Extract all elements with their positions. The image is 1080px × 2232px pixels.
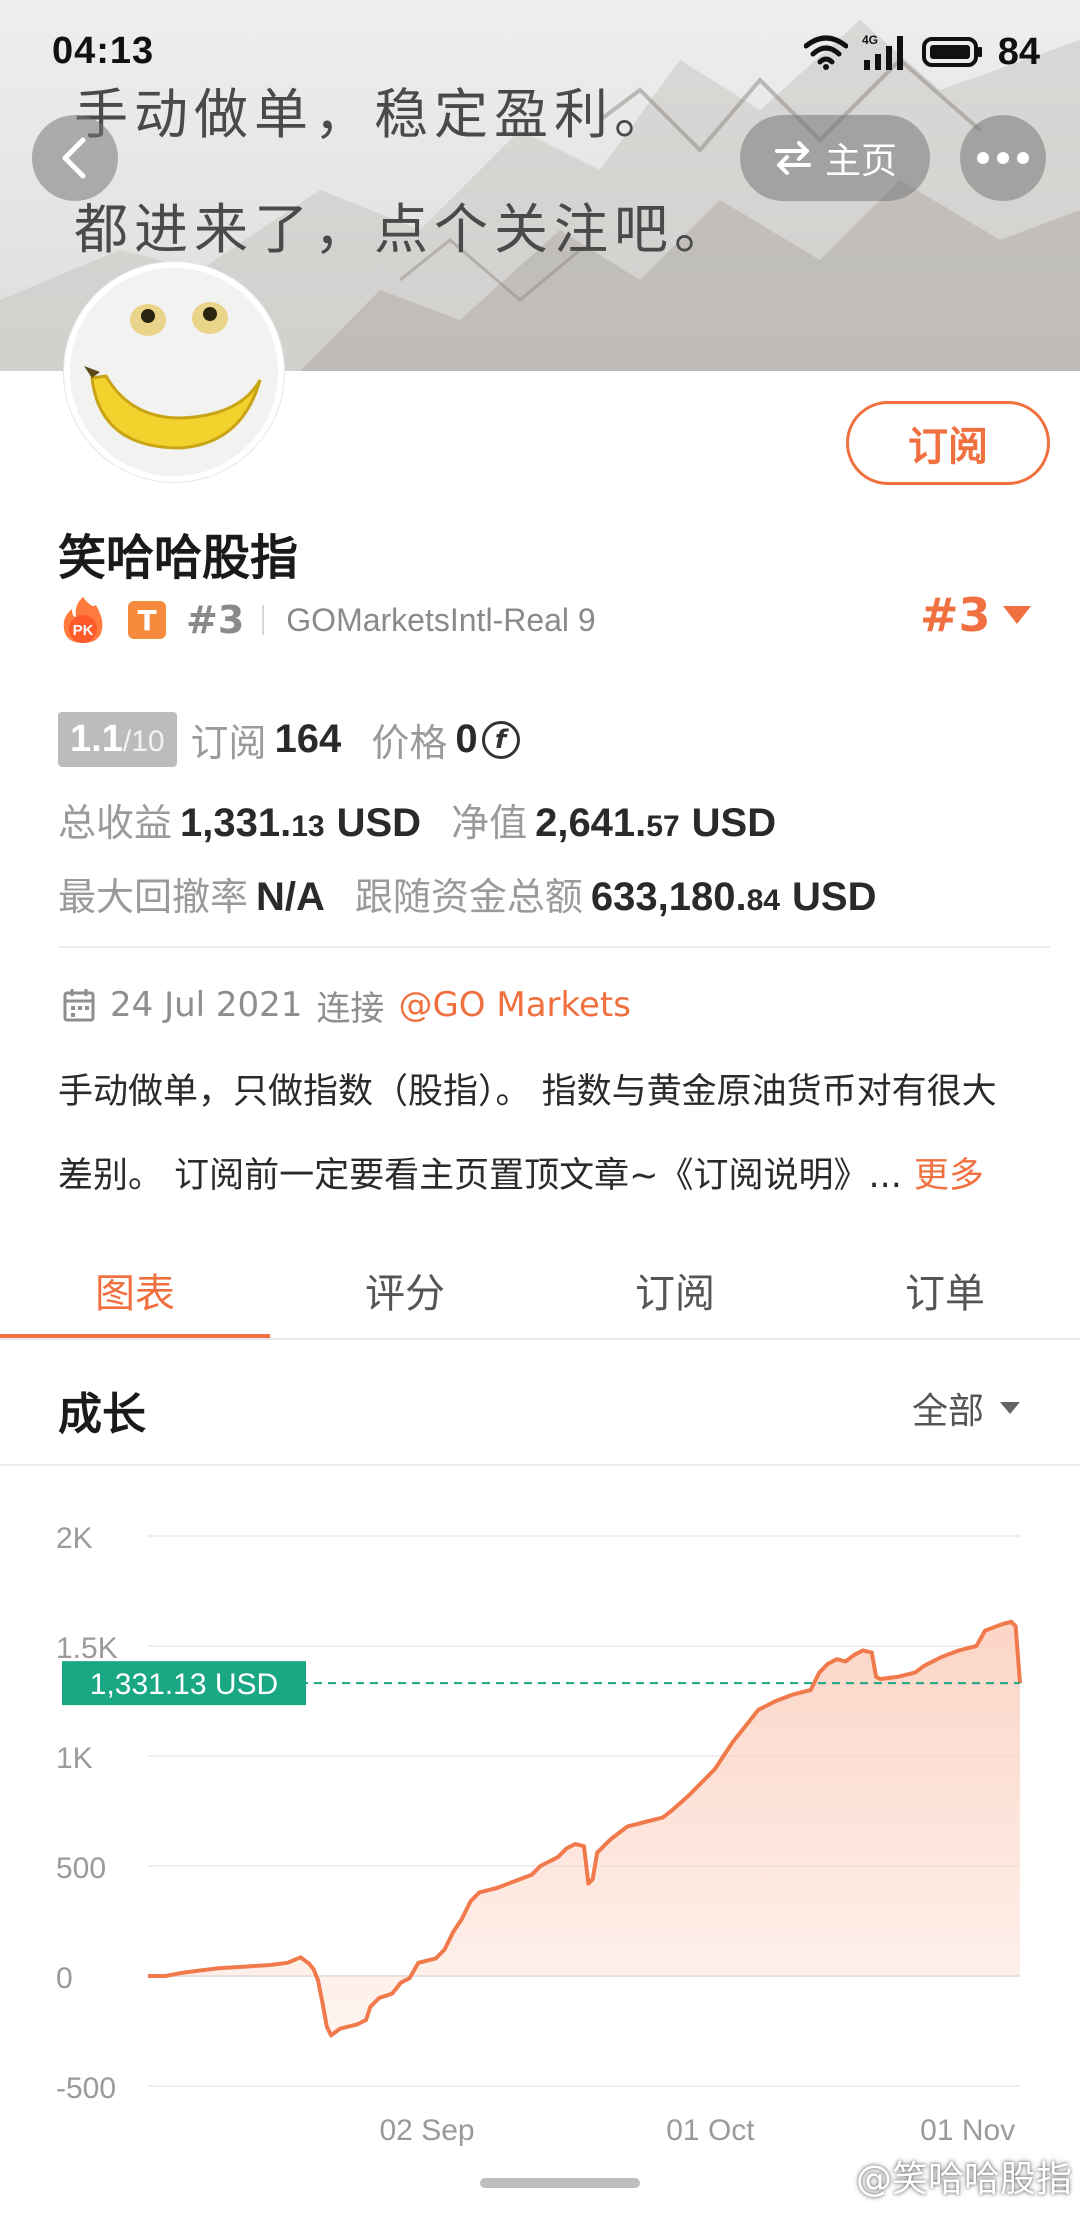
pk-flame-icon: PK xyxy=(63,597,103,643)
banana-smiley-image xyxy=(70,268,278,476)
watermark: @笑哈哈股指 xyxy=(812,2150,1072,2202)
caret-down-icon xyxy=(1000,1402,1020,1414)
total-profit-dec: 13 xyxy=(291,810,325,843)
network-type-label: 4G xyxy=(862,33,878,47)
section-title: 成长 xyxy=(58,1389,146,1440)
home-button[interactable]: 主页 xyxy=(740,115,930,201)
weibo-logo-icon xyxy=(814,2164,846,2191)
subscribe-button[interactable]: 订阅 xyxy=(846,401,1050,485)
score-badge: 1.1 /10 xyxy=(58,712,177,767)
y-tick-label: 2K xyxy=(56,1522,93,1555)
total-profit-label: 总收益 xyxy=(58,801,173,845)
status-icons: 4G 84 xyxy=(803,30,1040,74)
y-tick-label: 1K xyxy=(56,1742,93,1775)
stats-row-score: 1.1 /10 订阅 164 价格 0 f xyxy=(58,712,520,767)
y-tick-label: 500 xyxy=(56,1852,106,1885)
score-total: /10 xyxy=(122,725,165,758)
home-button-label: 主页 xyxy=(824,141,897,182)
avatar[interactable] xyxy=(64,262,284,482)
cellular-signal-icon: 4G xyxy=(862,33,903,70)
total-profit-int: 1,331. xyxy=(180,801,292,845)
more-options-button[interactable] xyxy=(960,115,1046,201)
follow-funds-int: 633,180. xyxy=(590,875,747,919)
net-value-label: 净值 xyxy=(451,801,528,845)
stats-row-profit: 总收益 1,331. 13 USD 净值 2,641. 57 USD xyxy=(58,792,776,847)
net-value-unit: USD xyxy=(691,801,777,845)
more-link[interactable]: 更多 xyxy=(914,1156,984,1196)
battery-icon xyxy=(921,37,982,67)
y-tick-label: -500 xyxy=(56,2072,116,2105)
battery-level: 84 xyxy=(997,30,1040,73)
current-value-label: 1,331.13 USD xyxy=(90,1668,278,1701)
follow-funds-unit: USD xyxy=(792,875,877,919)
status-bar: 04:13 4G 84 xyxy=(0,0,1080,100)
description-line2: 差别。 订阅前一定要看主页置顶文章~《订阅说明》... xyxy=(58,1156,902,1196)
rank-small: #3 xyxy=(186,598,245,642)
price-value: 0 xyxy=(455,717,478,761)
range-filter-dropdown[interactable]: 全部 xyxy=(912,1382,1022,1434)
status-time: 04:13 xyxy=(52,30,155,72)
rank-big-label: #3 xyxy=(920,588,991,642)
description: 手动做单，只做指数（股指）。 指数与黄金原油货币对有很大 差别。 订阅前一定要看… xyxy=(58,1050,1048,1218)
tab-bar: 图表 评分 订阅 订单 xyxy=(0,1240,1080,1340)
badges-row: PK T #3 GOMarketsIntl-Real 9 xyxy=(60,592,596,648)
max-drawdown-value: N/A xyxy=(256,875,325,919)
divider xyxy=(58,946,1050,948)
banner-slogan-line2: 都进来了，点个关注吧。 xyxy=(74,198,734,261)
range-filter-label: 全部 xyxy=(911,1391,984,1432)
pk-label: PK xyxy=(73,622,94,639)
growth-chart[interactable]: 2K 1.5K 1K 500 0 -500 1,331.13 USD 02 Sep 01 Oct… xyxy=(0,1468,1080,2158)
tab-subscription[interactable]: 订阅 xyxy=(540,1240,810,1340)
stats-row-drawdown: 最大回撤率 N/A 跟随资金总额 633,180. 84 USD xyxy=(58,866,876,921)
x-tick-label: 01 Oct xyxy=(666,2114,755,2147)
x-tick-label: 01 Nov xyxy=(920,2114,1015,2147)
tab-chart[interactable]: 图表 xyxy=(0,1240,270,1340)
rank-dropdown[interactable]: #3 xyxy=(920,585,1033,645)
swap-arrows-icon xyxy=(774,141,811,175)
net-value-dec: 57 xyxy=(646,810,680,843)
home-indicator[interactable] xyxy=(480,2178,640,2188)
broker-account: GOMarketsIntl-Real 9 xyxy=(286,601,596,638)
watermark-text: @笑哈哈股指 xyxy=(856,2159,1073,2200)
wifi-icon xyxy=(803,35,848,70)
connect-info: 24 Jul 2021 连接 @GO Markets xyxy=(62,980,631,1030)
chevron-left-icon xyxy=(62,137,86,179)
y-tick-label: 1.5K xyxy=(56,1632,118,1665)
broker-link[interactable]: @GO Markets xyxy=(398,985,631,1025)
subscribe-count-label: 订阅 xyxy=(190,721,267,765)
coin-icon: f xyxy=(481,720,520,759)
badge-separator xyxy=(262,605,265,635)
calendar-icon xyxy=(63,989,95,1022)
x-tick-label: 02 Sep xyxy=(379,2114,474,2147)
back-button[interactable] xyxy=(32,115,118,201)
growth-section-header: 成长 全部 xyxy=(0,1340,1080,1466)
net-value-int: 2,641. xyxy=(535,801,647,845)
t-badge: T xyxy=(128,601,166,639)
total-profit-unit: USD xyxy=(336,801,422,845)
max-drawdown-label: 最大回撤率 xyxy=(58,875,249,919)
price-label: 价格 xyxy=(371,721,448,765)
connect-date: 24 Jul 2021 xyxy=(110,985,303,1025)
trader-name: 笑哈哈股指 xyxy=(58,530,299,586)
tab-rating[interactable]: 评分 xyxy=(270,1240,540,1340)
caret-down-icon xyxy=(1002,606,1031,624)
subscribe-count: 164 xyxy=(274,717,342,761)
more-dots-icon xyxy=(977,152,1029,164)
y-tick-label: 0 xyxy=(56,1962,73,1995)
tab-orders[interactable]: 订单 xyxy=(810,1240,1080,1340)
follow-funds-dec: 84 xyxy=(746,884,780,917)
description-line1: 手动做单，只做指数（股指）。 指数与黄金原油货币对有很大 xyxy=(58,1072,997,1112)
score-value: 1.1 xyxy=(70,718,123,760)
connect-label: 连接 xyxy=(316,988,385,1029)
follow-funds-label: 跟随资金总额 xyxy=(354,875,583,919)
